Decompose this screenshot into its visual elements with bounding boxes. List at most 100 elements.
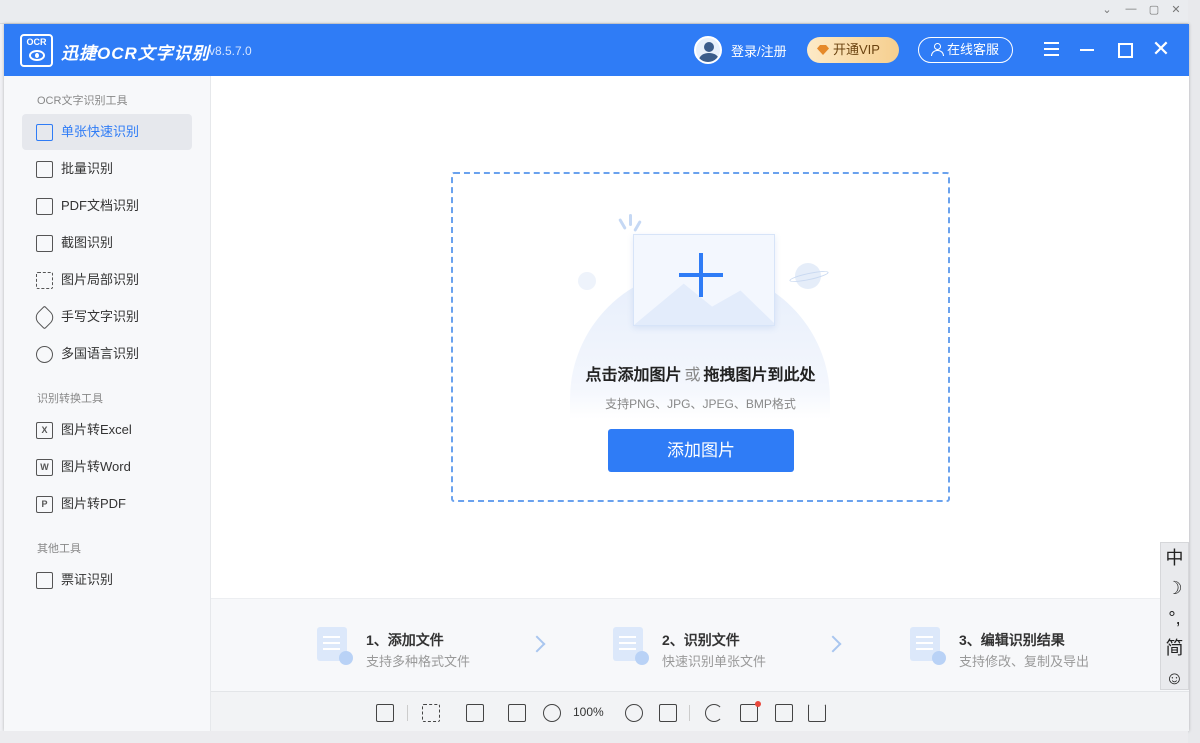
- pdf-file-icon: [36, 198, 53, 215]
- partial-select-icon: [36, 272, 53, 289]
- sidebar-item-to-pdf[interactable]: P 图片转PDF: [22, 486, 192, 522]
- sidebar-item-label: 多国语言识别: [61, 346, 140, 361]
- excel-x-icon: X: [36, 422, 53, 439]
- zoom-out-icon[interactable]: [543, 704, 561, 722]
- ticket-card-icon: [36, 572, 53, 589]
- crop-icon: [36, 235, 53, 252]
- ime-toolbar: 中 ☽ °, 简 ☺: [1160, 542, 1189, 690]
- click-add-text: 点击添加图片: [585, 367, 682, 384]
- add-image-button[interactable]: 添加图片: [608, 429, 794, 472]
- actual-size-icon[interactable]: [659, 704, 677, 722]
- os-maximize-icon[interactable]: ▢: [1145, 3, 1163, 16]
- step-title: 1、添加文件: [366, 632, 444, 648]
- lightning-image-icon: [36, 124, 53, 141]
- close-icon[interactable]: ✕: [1149, 37, 1173, 61]
- fullscreen-icon[interactable]: [508, 704, 526, 722]
- eye-icon: [29, 50, 45, 61]
- download-icon[interactable]: [808, 704, 826, 722]
- rotate-icon[interactable]: [705, 704, 723, 722]
- os-dropdown-icon[interactable]: ⌄: [1098, 3, 1116, 16]
- vip-label: 开通VIP: [833, 42, 880, 57]
- sidebar-item-single-recognition[interactable]: 单张快速识别: [22, 114, 192, 150]
- scan-file-icon: [613, 627, 649, 665]
- step-description: 快速识别单张文件: [662, 654, 767, 669]
- zoom-in-icon[interactable]: [625, 704, 643, 722]
- ime-emoji-icon[interactable]: ☺: [1161, 663, 1188, 693]
- toolbar-divider: [689, 705, 690, 721]
- step-title: 3、编辑识别结果: [959, 632, 1065, 648]
- chevron-right-icon: [528, 635, 546, 653]
- sidebar-item-screenshot[interactable]: 截图识别: [22, 225, 192, 261]
- sidebar-item-label: PDF文档识别: [61, 198, 140, 213]
- sidebar-item-pdf[interactable]: PDF文档识别: [22, 188, 192, 224]
- section-title-ocr: OCR文字识别工具: [37, 95, 128, 107]
- ime-punctuation-icon[interactable]: °,: [1161, 603, 1188, 633]
- notification-dot: [755, 701, 761, 707]
- section-title-convert: 识别转换工具: [37, 393, 103, 405]
- menu-icon[interactable]: [1039, 37, 1063, 61]
- step-title: 2、识别文件: [662, 632, 740, 648]
- drag-text: 拖拽图片到此处: [703, 367, 816, 384]
- fit-icon[interactable]: [422, 704, 440, 722]
- sidebar-item-handwriting[interactable]: 手写文字识别: [22, 299, 192, 335]
- logo-text: OCR: [26, 37, 47, 47]
- or-text: 或: [684, 367, 701, 384]
- sidebar-item-label: 图片转PDF: [61, 496, 127, 511]
- sidebar-item-label: 票证识别: [61, 572, 114, 587]
- ime-simplified-mode[interactable]: 简: [1161, 633, 1188, 663]
- add-file-icon: [317, 627, 353, 665]
- main-panel: 点击添加图片或拖拽图片到此处 支持PNG、JPG、JPEG、BMP格式 添加图片…: [211, 76, 1189, 731]
- sidebar-item-partial[interactable]: 图片局部识别: [22, 262, 192, 298]
- os-right-edge: [1188, 0, 1200, 743]
- sidebar-item-label: 手写文字识别: [61, 309, 140, 324]
- app-window: OCR 迅捷OCR文字识别 v8.5.7.0 登录/注册 开通VIP 在线客服 …: [4, 24, 1189, 731]
- sparkle-lines-icon: [618, 214, 642, 232]
- sidebar-item-label: 批量识别: [61, 161, 114, 176]
- step-description: 支持多种格式文件: [366, 654, 471, 669]
- ime-chinese-mode[interactable]: 中: [1161, 543, 1188, 573]
- os-minimize-icon[interactable]: —: [1122, 3, 1140, 15]
- pdf-p-icon: P: [36, 496, 53, 513]
- title-bar: OCR 迅捷OCR文字识别 v8.5.7.0 登录/注册 开通VIP 在线客服 …: [4, 24, 1189, 76]
- login-register-link[interactable]: 登录/注册: [731, 41, 787, 60]
- word-w-icon: W: [36, 459, 53, 476]
- app-title: 迅捷OCR文字识别: [61, 44, 210, 63]
- step-description: 支持修改、复制及导出: [959, 654, 1090, 669]
- compare-icon[interactable]: [466, 704, 484, 722]
- sidebar-item-label: 单张快速识别: [61, 124, 140, 139]
- diamond-icon: [817, 45, 829, 55]
- image-drop-zone[interactable]: 点击添加图片或拖拽图片到此处 支持PNG、JPG、JPEG、BMP格式 添加图片: [451, 172, 950, 502]
- avatar[interactable]: [694, 36, 722, 64]
- sidebar-item-label: 截图识别: [61, 235, 114, 250]
- globe-icon: [36, 346, 53, 363]
- bottom-toolbar: 100%: [211, 691, 1189, 731]
- sidebar-item-label: 图片转Word: [61, 459, 131, 474]
- online-service-button[interactable]: 在线客服: [918, 37, 1013, 63]
- person-icon: [931, 43, 944, 56]
- sidebar-item-label: 图片局部识别: [61, 272, 140, 287]
- sidebar-item-ticket[interactable]: 票证识别: [22, 562, 192, 598]
- sidebar-item-multilanguage[interactable]: 多国语言识别: [22, 336, 192, 372]
- edit-icon[interactable]: [740, 701, 761, 722]
- sidebar-item-batch[interactable]: 批量识别: [22, 151, 192, 187]
- section-title-other: 其他工具: [37, 543, 81, 555]
- sidebar-item-label: 图片转Excel: [61, 422, 132, 437]
- plus-icon: [679, 253, 723, 297]
- toolbar-divider: [407, 705, 408, 721]
- open-vip-button[interactable]: 开通VIP: [807, 37, 899, 63]
- pen-nib-icon: [32, 305, 57, 330]
- ime-moon-icon[interactable]: ☽: [1161, 573, 1188, 603]
- minimize-icon[interactable]: [1075, 37, 1099, 61]
- drop-zone-heading: 点击添加图片或拖拽图片到此处: [453, 361, 948, 385]
- maximize-icon[interactable]: [1112, 37, 1136, 61]
- sidebar-item-to-word[interactable]: W 图片转Word: [22, 449, 192, 485]
- zoom-level: 100%: [573, 705, 604, 719]
- sidebar-item-to-excel[interactable]: X 图片转Excel: [22, 412, 192, 448]
- app-logo: OCR: [20, 34, 53, 67]
- layout-icon[interactable]: [376, 704, 394, 722]
- os-close-icon[interactable]: ✕: [1167, 3, 1185, 16]
- os-top-bar: ⌄ — ▢ ✕: [0, 0, 1200, 24]
- chevron-right-icon: [824, 635, 842, 653]
- crop-tool-icon[interactable]: [775, 704, 793, 722]
- stacked-pages-icon: [36, 161, 53, 178]
